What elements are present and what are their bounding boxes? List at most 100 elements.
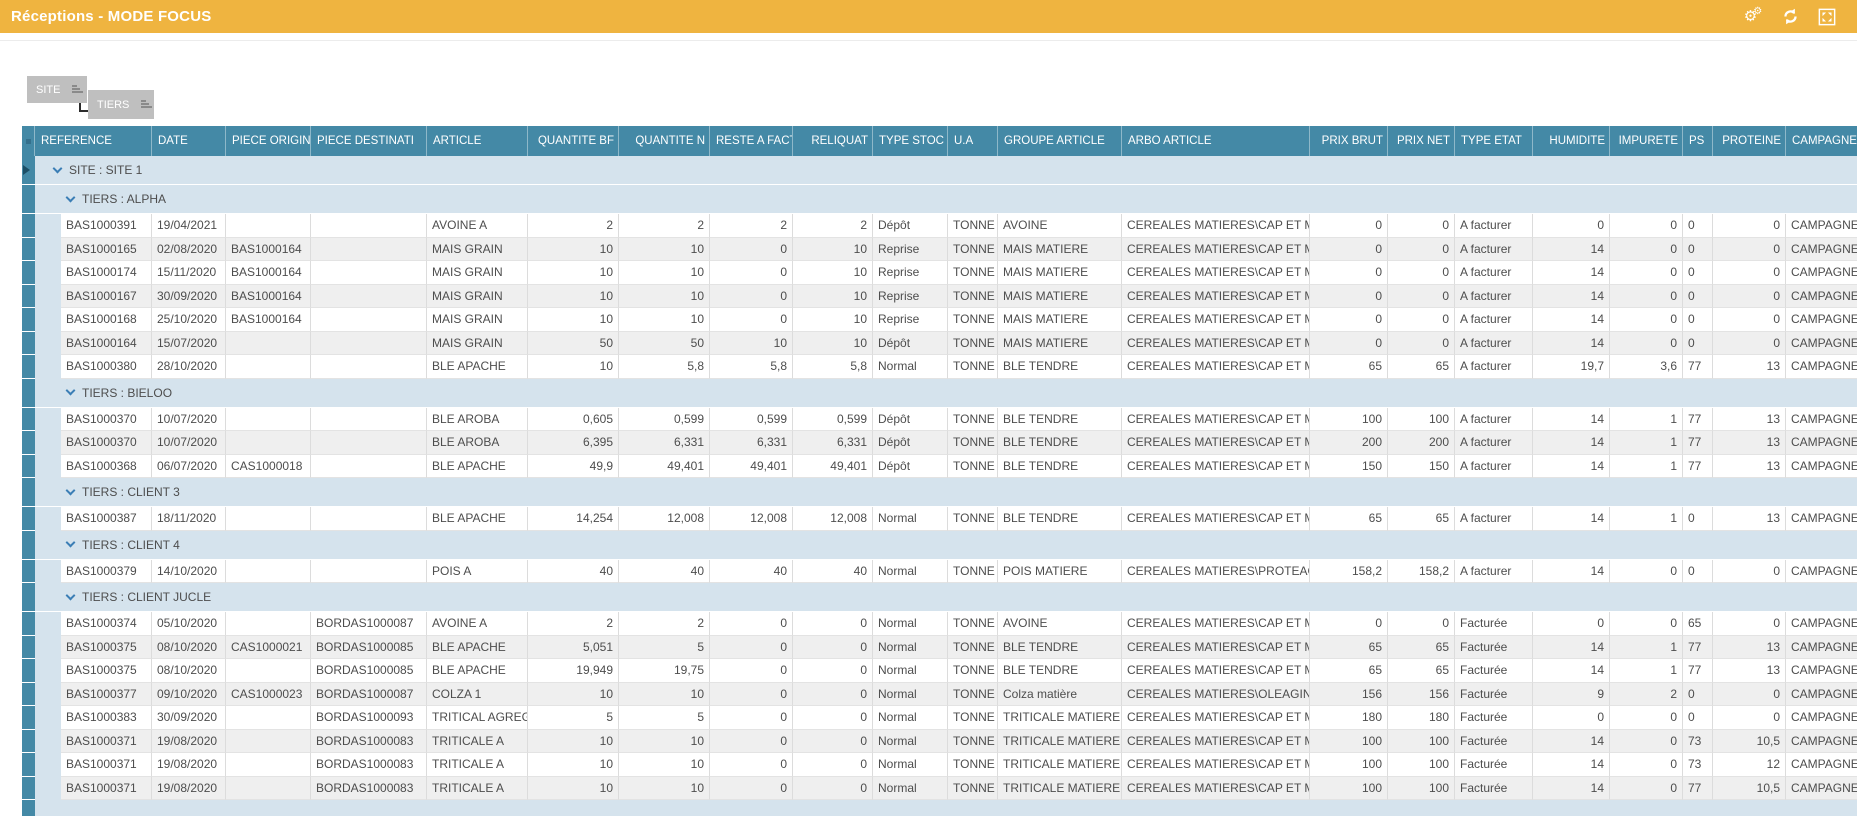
row-handle — [22, 478, 35, 507]
table-row[interactable]: BAS100016825/10/2020BAS1000164MAIS GRAIN… — [22, 308, 1857, 332]
table-row[interactable]: BAS100038718/11/2020BLE APACHE14,25412,0… — [22, 507, 1857, 531]
column-header-humidite[interactable]: HUMIDITE — [1533, 126, 1610, 156]
group-chip-site[interactable]: SITE — [27, 76, 87, 103]
table-row[interactable]: BAS100016502/08/2020BAS1000164MAIS GRAIN… — [22, 238, 1857, 262]
cell-article: MAIS GRAIN — [427, 261, 528, 285]
cell-reste_a_facturer: 49,401 — [710, 455, 793, 479]
column-header-date[interactable]: DATE — [152, 126, 226, 156]
group-row-tiers-0[interactable]: TIERS : ALPHA — [22, 185, 1857, 214]
table-row[interactable]: BAS100017415/11/2020BAS1000164MAIS GRAIN… — [22, 261, 1857, 285]
cell-ps: 0 — [1683, 214, 1713, 238]
settings-gears-icon[interactable]: ⚙⚙ — [1742, 6, 1764, 28]
cell-reliquat: 10 — [793, 238, 873, 262]
fit-screen-icon[interactable] — [1816, 6, 1838, 28]
column-header-impurete[interactable]: IMPURETE — [1610, 126, 1683, 156]
group-indent — [35, 355, 61, 379]
cell-prix_brut: 150 — [1310, 455, 1388, 479]
table-row[interactable]: BAS100037405/10/2020BORDAS1000087AVOINE … — [22, 612, 1857, 636]
cell-quantite_brute: 10 — [528, 753, 619, 777]
cell-piece_destination: BORDAS1000085 — [311, 659, 427, 683]
cell-humidite: 14 — [1533, 431, 1610, 455]
column-header-ps[interactable]: PS — [1683, 126, 1713, 156]
cell-reste_a_facturer: 0 — [710, 683, 793, 707]
column-header-prix_brut[interactable]: PRIX BRUT — [1310, 126, 1388, 156]
table-row[interactable]: BAS100038028/10/2020BLE APACHE105,85,85,… — [22, 355, 1857, 379]
cell-prix_brut: 100 — [1310, 408, 1388, 432]
cell-humidite: 14 — [1533, 238, 1610, 262]
table-row[interactable]: BAS100037119/08/2020BORDAS1000083TRITICA… — [22, 730, 1857, 754]
sort-asc-icon[interactable] — [141, 100, 145, 109]
row-handle — [22, 185, 35, 214]
group-row-tiers-3[interactable]: TIERS : CLIENT 4 — [22, 531, 1857, 560]
cell-quantite_nette: 10 — [619, 285, 710, 309]
chevron-down-icon[interactable] — [66, 485, 76, 495]
chevron-down-icon[interactable] — [66, 386, 76, 396]
row-handle — [22, 753, 35, 777]
chevron-down-icon[interactable] — [66, 192, 76, 202]
cell-ua: TONNE — [948, 507, 998, 531]
cell-piece_destination: BORDAS1000083 — [311, 777, 427, 801]
cell-reference: BAS1000380 — [61, 355, 152, 379]
column-header-reste_a_facturer[interactable]: RESTE A FACT — [710, 126, 793, 156]
cell-groupe_article: POIS MATIERE — [998, 560, 1122, 584]
column-header-piece_destination[interactable]: PIECE DESTINATI — [311, 126, 427, 156]
cell-article: MAIS GRAIN — [427, 238, 528, 262]
cell-reste_a_facturer: 10 — [710, 332, 793, 356]
cell-article: BLE APACHE — [427, 355, 528, 379]
table-row[interactable]: BAS100037010/07/2020BLE AROBA6,3956,3316… — [22, 431, 1857, 455]
table-row[interactable]: BAS100037914/10/2020POIS A40404040Normal… — [22, 560, 1857, 584]
cell-arbo_article: CEREALES MATIERES\PROTEAG — [1122, 560, 1310, 584]
table-row[interactable]: BAS100037709/10/2020CAS1000023BORDAS1000… — [22, 683, 1857, 707]
chevron-down-icon[interactable] — [53, 163, 63, 173]
column-header-reference[interactable]: REFERENCE — [35, 126, 152, 156]
chevron-down-icon[interactable] — [66, 538, 76, 548]
column-header-prix_net[interactable]: PRIX NET — [1388, 126, 1455, 156]
cell-humidite: 0 — [1533, 706, 1610, 730]
column-header-campagne[interactable]: CAMPAGNE — [1786, 126, 1857, 156]
column-header-arbo_article[interactable]: ARBO ARTICLE — [1122, 126, 1310, 156]
group-chip-tiers[interactable]: TIERS — [88, 90, 154, 119]
column-header-proteine[interactable]: PROTEINE — [1713, 126, 1786, 156]
column-header-type_stock[interactable]: TYPE STOC — [873, 126, 948, 156]
group-row-tiers-1[interactable]: TIERS : BIELOO — [22, 379, 1857, 408]
group-row-tiers-2[interactable]: TIERS : CLIENT 3 — [22, 478, 1857, 507]
table-row[interactable]: BAS100038330/09/2020BORDAS1000093TRITICA… — [22, 706, 1857, 730]
table-row[interactable]: BAS100037508/10/2020CAS1000021BORDAS1000… — [22, 636, 1857, 660]
refresh-icon[interactable] — [1779, 6, 1801, 28]
table-row[interactable]: BAS100037119/08/2020BORDAS1000083TRITICA… — [22, 753, 1857, 777]
sort-asc-icon[interactable] — [72, 85, 78, 94]
table-row[interactable]: BAS100016730/09/2020BAS1000164MAIS GRAIN… — [22, 285, 1857, 309]
cell-humidite: 19,7 — [1533, 355, 1610, 379]
cell-piece_destination — [311, 261, 427, 285]
chevron-down-icon[interactable] — [66, 590, 76, 600]
cell-type_etat: Facturée — [1455, 706, 1533, 730]
cell-reference: BAS1000383 — [61, 706, 152, 730]
group-row-tiers-4[interactable]: TIERS : CLIENT JUCLE — [22, 583, 1857, 612]
column-header-piece_origine[interactable]: PIECE ORIGIN — [226, 126, 311, 156]
table-row[interactable]: BAS100037508/10/2020BORDAS1000085BLE APA… — [22, 659, 1857, 683]
column-header-groupe_article[interactable]: GROUPE ARTICLE — [998, 126, 1122, 156]
table-row[interactable]: BAS100016415/07/2020MAIS GRAIN50501010Dé… — [22, 332, 1857, 356]
column-header-article[interactable]: ARTICLE — [427, 126, 528, 156]
cell-ua: TONNE — [948, 214, 998, 238]
column-header-quantite_nette[interactable]: QUANTITE N — [619, 126, 710, 156]
table-row[interactable]: BAS100037010/07/2020BLE AROBA0,6050,5990… — [22, 408, 1857, 432]
column-header-quantite_brute[interactable]: QUANTITE BF — [528, 126, 619, 156]
table-row[interactable]: BAS100036806/07/2020CAS1000018BLE APACHE… — [22, 455, 1857, 479]
column-header-ua[interactable]: U.A — [948, 126, 998, 156]
group-row-site[interactable]: SITE : SITE 1 — [22, 156, 1857, 185]
cell-quantite_brute: 10 — [528, 355, 619, 379]
cell-reliquat: 10 — [793, 261, 873, 285]
row-handle — [22, 261, 35, 285]
cell-proteine: 12 — [1713, 753, 1786, 777]
table-row[interactable]: BAS100037119/08/2020BORDAS1000083TRITICA… — [22, 777, 1857, 801]
cell-reste_a_facturer: 0 — [710, 285, 793, 309]
cell-campagne: CAMPAGNE — [1786, 636, 1857, 660]
cell-type_etat: A facturer — [1455, 332, 1533, 356]
cell-prix_brut: 65 — [1310, 636, 1388, 660]
table-row[interactable]: BAS100039119/04/2021AVOINE A2222DépôtTON… — [22, 214, 1857, 238]
column-header-type_etat[interactable]: TYPE ETAT — [1455, 126, 1533, 156]
group-indent — [35, 612, 61, 636]
cell-type_stock: Normal — [873, 612, 948, 636]
column-header-reliquat[interactable]: RELIQUAT — [793, 126, 873, 156]
